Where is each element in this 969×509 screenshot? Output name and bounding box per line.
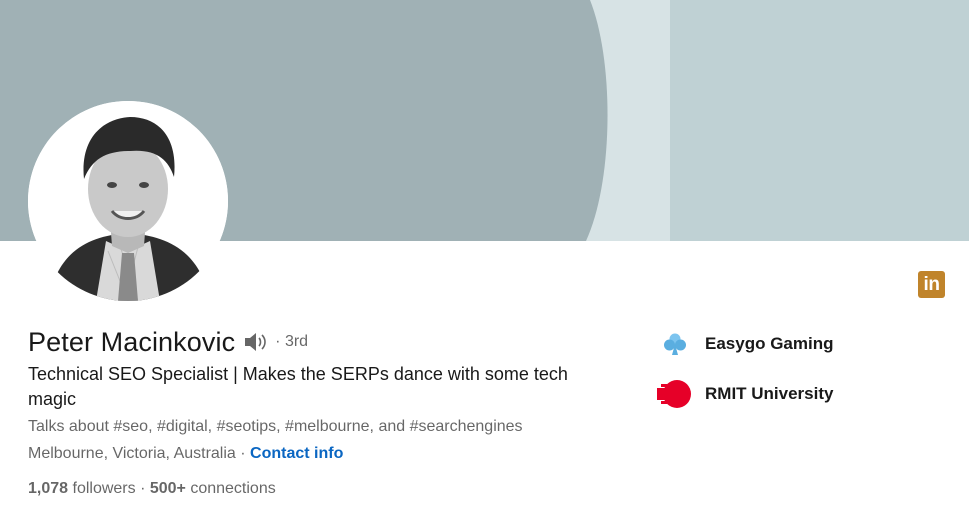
- stats-separator: ·: [135, 480, 150, 497]
- followers-link[interactable]: 1,078 followers: [28, 480, 136, 497]
- profile-location: Melbourne, Victoria, Australia: [28, 445, 236, 462]
- profile-name: Peter Macinkovic: [28, 326, 236, 357]
- talks-about: Talks about #seo, #digital, #seotips, #m…: [28, 418, 523, 435]
- company-name: Easygo Gaming: [705, 334, 834, 353]
- connections-link[interactable]: 500+ connections: [150, 480, 276, 497]
- current-company-easygo[interactable]: Easygo Gaming: [657, 326, 833, 362]
- profile-card: in Peter Macinkovic · 3rd Technical SEO …: [0, 0, 969, 509]
- education-rmit[interactable]: RMIT University: [657, 376, 833, 412]
- profile-headline: Technical SEO Specialist | Makes the SER…: [28, 364, 568, 409]
- avatar-image: [28, 101, 228, 301]
- linkedin-badge-icon[interactable]: in: [918, 271, 945, 298]
- network-stats: 1,078 followers · 500+ connections: [28, 478, 276, 500]
- name-row: Peter Macinkovic · 3rd: [28, 324, 308, 360]
- location-row: Melbourne, Victoria, Australia · Contact…: [28, 443, 343, 465]
- connections-count: 500+: [149, 480, 186, 497]
- followers-count: 1,078: [28, 480, 69, 497]
- speaker-icon[interactable]: [243, 331, 269, 353]
- rmit-logo-icon: [657, 376, 693, 412]
- connection-degree: · 3rd: [275, 333, 309, 350]
- location-separator: ·: [235, 445, 251, 462]
- contact-info-link[interactable]: Contact info: [250, 445, 343, 462]
- school-name: RMIT University: [705, 384, 834, 403]
- connections-label: connections: [185, 480, 276, 497]
- followers-label: followers: [68, 480, 136, 497]
- profile-photo[interactable]: [28, 101, 228, 301]
- clover-icon: [657, 326, 693, 362]
